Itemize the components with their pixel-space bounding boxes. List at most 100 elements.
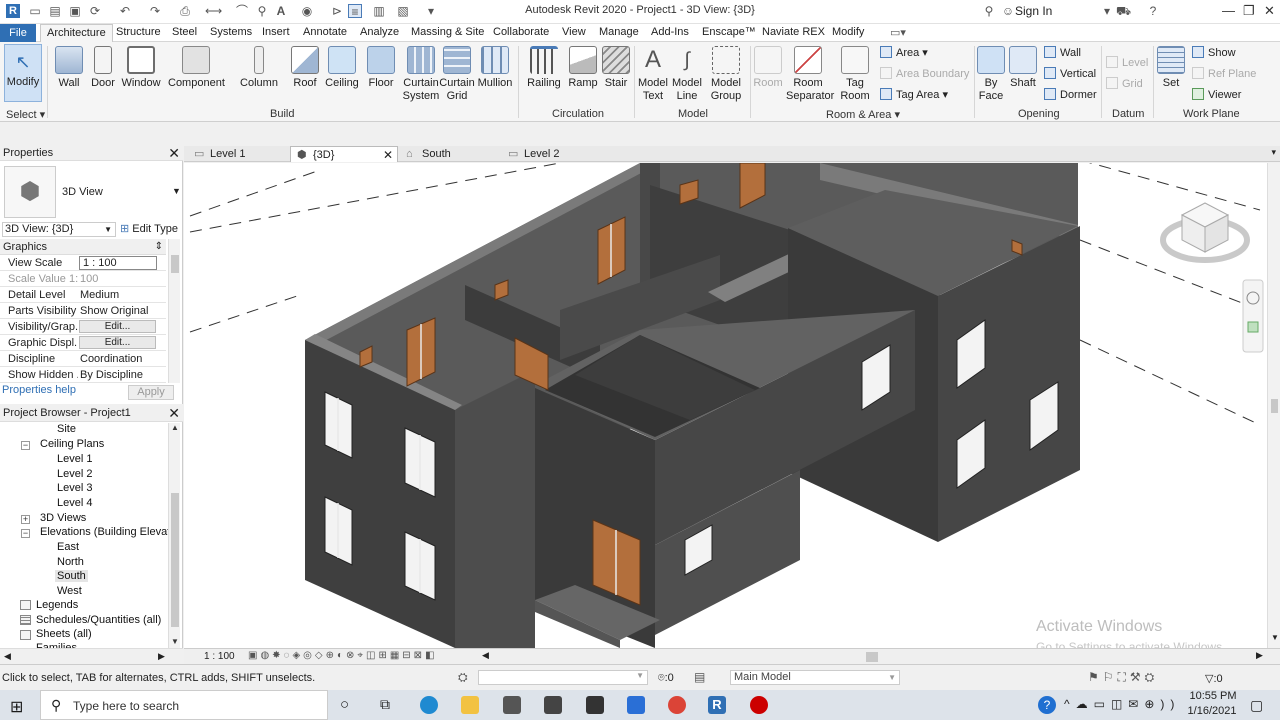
filter-count[interactable]: ▽:0 <box>1205 672 1223 685</box>
collapse-icon[interactable]: − <box>21 441 30 450</box>
tag-room-button[interactable]: Tag Room <box>838 46 872 103</box>
edit-type-button[interactable]: ⊞ Edit Type <box>120 222 178 235</box>
tree-item-level-4[interactable]: Level 4 <box>57 497 92 509</box>
level-button[interactable]: Level <box>1106 56 1148 69</box>
edge-icon[interactable] <box>420 696 438 714</box>
workset-select[interactable]: ▼ <box>478 670 648 685</box>
set-button[interactable]: Set <box>1156 46 1186 90</box>
dropbox-icon[interactable] <box>586 696 604 714</box>
view-scale-input[interactable]: 1 : 100 <box>79 256 157 270</box>
user-icon[interactable]: ☺ <box>1001 4 1015 18</box>
property-row[interactable]: Discipline Coordination <box>0 351 166 367</box>
tree-item-level-3[interactable]: Level 3 <box>57 482 92 494</box>
door-button[interactable]: Door <box>88 46 118 90</box>
properties-scrollbar[interactable] <box>168 239 180 383</box>
tab-insert[interactable]: Insert <box>262 26 290 38</box>
property-row[interactable]: Detail Level Medium <box>0 287 166 303</box>
dormer-button[interactable]: Dormer <box>1044 88 1097 101</box>
column-button[interactable]: Column <box>238 46 280 90</box>
type-selector-name[interactable]: 3D View <box>62 186 103 198</box>
task-view-icon[interactable]: ⧉ <box>380 696 390 713</box>
mullion-button[interactable]: Mullion <box>476 46 514 90</box>
design-options-icon[interactable]: ▤ <box>694 670 705 684</box>
view-tab-level-2[interactable]: ▭ Level 2 <box>502 146 602 162</box>
close-button[interactable]: ✕ <box>1264 3 1275 19</box>
chrome-icon[interactable] <box>668 696 686 714</box>
show-button[interactable]: Show <box>1192 46 1236 59</box>
revit-taskbar-icon[interactable]: R <box>708 696 726 714</box>
view-tab-close-icon[interactable]: ✕ <box>383 147 393 163</box>
clock-date[interactable]: 1/16/2021 <box>1184 705 1240 717</box>
tree-item-3d-views[interactable]: 3D Views <box>40 512 86 524</box>
tab-manage[interactable]: Manage <box>599 26 639 38</box>
clock-time[interactable]: 10:55 PM <box>1188 690 1238 702</box>
browser-scrollbar[interactable]: ▲ ▼ <box>168 423 180 648</box>
model-line-button[interactable]: ∫ Model Line <box>670 46 704 103</box>
help-tray-icon[interactable]: ? <box>1038 696 1056 714</box>
tab-naviate-rex[interactable]: Naviate REX <box>762 26 825 38</box>
area-boundary-button[interactable]: Area Boundary <box>880 67 969 80</box>
properties-close-icon[interactable]: ✕ <box>168 146 180 160</box>
tree-item-level-2[interactable]: Level 2 <box>57 468 92 480</box>
tab-view[interactable]: View <box>562 26 586 38</box>
hscroll-thumb[interactable] <box>866 652 878 662</box>
tab-options-icon[interactable]: ▭▾ <box>890 26 906 39</box>
collapse-icon[interactable]: − <box>21 529 30 538</box>
tab-annotate[interactable]: Annotate <box>303 26 347 38</box>
tree-item-north[interactable]: North <box>57 556 84 568</box>
app-icon[interactable] <box>627 696 645 714</box>
view-cube[interactable] <box>1160 202 1250 263</box>
cortana-icon[interactable]: ○ <box>340 696 349 713</box>
tree-item-legends[interactable]: Legends <box>36 599 78 611</box>
tab-structure[interactable]: Structure <box>116 26 161 38</box>
view-scale-control[interactable]: 1 : 100 <box>204 651 235 662</box>
tree-item-south[interactable]: South <box>55 570 88 582</box>
view-tab-level-1[interactable]: ▭ Level 1 <box>188 146 288 162</box>
property-row[interactable]: Parts Visibility Show Original <box>0 303 166 319</box>
by-face-button[interactable]: By Face <box>976 46 1006 103</box>
minimize-button[interactable]: — <box>1222 3 1235 18</box>
windows-start-icon[interactable]: ⊞ <box>10 697 23 717</box>
vertical-opening-button[interactable]: Vertical <box>1044 67 1096 80</box>
viewer-button[interactable]: Viewer <box>1192 88 1241 101</box>
view-control-icons[interactable]: ▣◍✸◌◈◎◇⊕◐⊗⌖◫⊞▦⊟⊠◧ <box>248 650 438 661</box>
tray-icons[interactable]: ^☁▭◫✉⊕)) <box>1064 697 1180 711</box>
view-tab-3d[interactable]: ⬢ {3D} ✕ <box>290 146 398 162</box>
recorder-icon[interactable] <box>750 696 768 714</box>
tab-architecture[interactable]: Architecture <box>40 24 113 43</box>
properties-help-link[interactable]: Properties help <box>2 384 76 396</box>
property-row[interactable]: Visibility/Grap... Edit... <box>0 319 166 335</box>
expand-icon[interactable]: + <box>21 515 30 524</box>
store-icon[interactable] <box>503 696 521 714</box>
navigation-bar[interactable] <box>1242 279 1264 353</box>
tree-item-site[interactable]: Site <box>57 423 76 435</box>
notifications-icon[interactable]: ▢ <box>1250 697 1263 714</box>
property-row[interactable]: View Scale 1 : 100 <box>0 255 166 271</box>
help-icon[interactable]: ? <box>1146 4 1160 18</box>
tab-enscape[interactable]: Enscape™ <box>702 26 756 38</box>
tab-analyze[interactable]: Analyze <box>360 26 399 38</box>
worksharing-icon[interactable]: ⛭ <box>458 670 468 685</box>
tree-item-east[interactable]: East <box>57 541 79 553</box>
curtain-grid-button[interactable]: Curtain Grid <box>438 46 476 103</box>
ceiling-button[interactable]: Ceiling <box>324 46 360 90</box>
tree-item-elevations[interactable]: Elevations (Building Elevatio <box>40 526 168 538</box>
grid-button[interactable]: Grid <box>1106 77 1143 90</box>
view-tab-south[interactable]: ⌂ South <box>400 146 500 162</box>
property-row[interactable]: Show Hidden ... By Discipline <box>0 367 166 383</box>
mail-icon[interactable] <box>544 696 562 714</box>
roof-button[interactable]: Roof <box>288 46 322 90</box>
tree-item-schedules[interactable]: Schedules/Quantities (all) <box>36 614 161 626</box>
tab-modify[interactable]: Modify <box>832 26 864 38</box>
tab-steel[interactable]: Steel <box>172 26 197 38</box>
3d-view-canvas[interactable]: Activate Windows Go to Settings to activ… <box>184 163 1267 648</box>
room-area-panel-label[interactable]: Room & Area ▾ <box>826 108 900 121</box>
ramp-button[interactable]: Ramp <box>566 46 600 90</box>
design-option-select[interactable]: Main Model ▼ <box>730 670 900 685</box>
select-panel-label[interactable]: Select ▾ <box>6 108 45 121</box>
railing-button[interactable]: Railing <box>524 46 564 90</box>
wall-opening-button[interactable]: Wall <box>1044 46 1081 59</box>
area-button[interactable]: Area ▾ <box>880 46 928 59</box>
model-group-button[interactable]: Model Group <box>706 46 746 103</box>
tab-systems[interactable]: Systems <box>210 26 252 38</box>
